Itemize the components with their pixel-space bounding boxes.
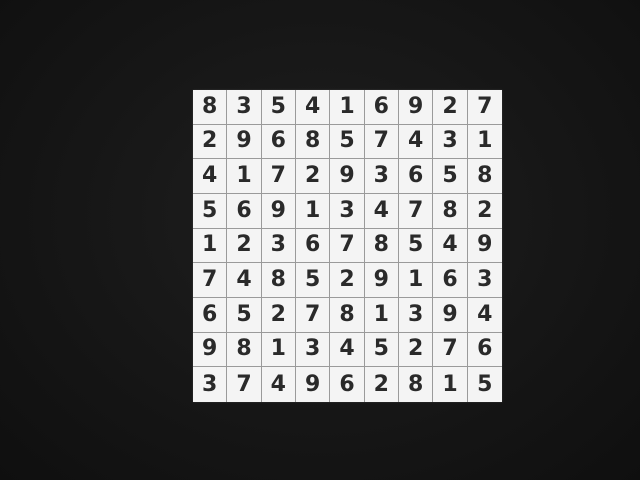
grid-cell: 2 [193, 124, 228, 160]
grid-cell: 4 [262, 367, 296, 402]
grid-cell: 3 [330, 194, 365, 229]
grid-cell: 1 [261, 332, 296, 368]
grid-cell: 8 [399, 367, 434, 402]
grid-cell: 2 [227, 228, 262, 264]
grid-cell: 6 [227, 194, 262, 229]
grid-cell: 8 [295, 124, 331, 160]
grid-cell: 1 [398, 263, 434, 298]
grid-cell: 2 [261, 298, 296, 333]
grid-cell: 4 [193, 159, 228, 194]
grid-cell: 9 [193, 332, 228, 368]
grid-cell: 4 [227, 263, 262, 298]
grid-cell: 9 [364, 263, 399, 298]
grid-cell: 8 [261, 263, 296, 298]
grid-cell: 7 [193, 263, 228, 298]
grid-cell: 1 [227, 159, 262, 194]
grid-cell: 8 [330, 298, 365, 333]
grid-cell: 6 [467, 333, 502, 368]
grid-cell: 2 [433, 90, 468, 125]
grid-cell: 4 [295, 90, 331, 125]
grid-cell: 3 [261, 228, 296, 264]
grid-cell: 5 [193, 194, 228, 229]
grid-cell: 7 [398, 194, 434, 229]
grid-cell: 5 [261, 90, 296, 125]
grid-cell: 4 [398, 124, 434, 160]
grid-cell: 4 [467, 298, 502, 333]
grid-cell: 2 [467, 194, 502, 229]
grid-cell: 4 [330, 332, 365, 368]
grid-cell: 1 [467, 125, 502, 160]
grid-cell: 2 [398, 332, 434, 368]
grid-cell: 9 [330, 159, 365, 194]
grid-cell: 5 [364, 332, 399, 368]
grid-cell: 6 [295, 228, 331, 264]
grid-cell: 6 [364, 90, 399, 125]
grid-cell: 1 [330, 90, 365, 125]
grid-cell: 8 [467, 159, 502, 194]
grid-cell: 8 [364, 228, 399, 264]
grid-cell: 7 [364, 124, 399, 160]
grid-cell: 3 [398, 298, 434, 333]
grid-cell: 3 [193, 367, 228, 402]
grid-cell: 2 [330, 263, 365, 298]
grid-cell: 3 [227, 90, 262, 125]
grid-cell: 5 [295, 263, 331, 298]
grid-cell: 7 [330, 228, 365, 264]
grid-cell: 6 [261, 124, 296, 160]
grid-cell: 5 [477, 371, 493, 397]
grid-cell: 6 [193, 298, 228, 333]
grid-cell: 9 [296, 367, 331, 402]
grid-cell: 7 [227, 367, 262, 402]
grid-cell: 9 [261, 194, 296, 229]
grid-cell: 1 [364, 298, 399, 333]
grid-cell: 5 [330, 124, 365, 160]
grid-cell: 8 [433, 194, 468, 229]
grid-cell: 5 [433, 159, 468, 194]
grid-cell: 2 [295, 159, 331, 194]
grid-cell: 6 [330, 367, 365, 402]
grid-cell: 9 [227, 124, 262, 160]
grid-cell: 3 [433, 124, 468, 160]
grid-cell: 5 [227, 298, 262, 333]
grid-cell: 6 [398, 159, 434, 194]
grid-cell: 7 [433, 332, 468, 368]
grid-cell: 1 [295, 194, 331, 229]
grid-cell: 3 [467, 263, 502, 298]
grid-cell: 1 [433, 367, 468, 402]
grid-cell: 4 [433, 228, 468, 264]
grid-cell: 9 [433, 298, 468, 333]
sudoku-grid: 8354169272968574314172936585691347821236… [193, 90, 502, 402]
grid-cell: 8 [227, 332, 262, 368]
grid-cell: 6 [433, 263, 468, 298]
grid-cell: 2 [365, 367, 399, 402]
grid-cell: 3 [364, 159, 399, 194]
grid-cell: 4 [364, 194, 399, 229]
grid-cell: 1 [193, 228, 228, 264]
grid-cell: 9 [398, 90, 434, 125]
grid-cell: 9 [467, 229, 502, 264]
grid-cell: 7 [467, 90, 502, 125]
grid-cell: 3 [295, 332, 331, 368]
grid-cell: 8 [193, 90, 228, 125]
grid-cell: 5 [398, 228, 434, 264]
grid-cell: 7 [295, 298, 331, 333]
grid-cell: 7 [261, 159, 296, 194]
